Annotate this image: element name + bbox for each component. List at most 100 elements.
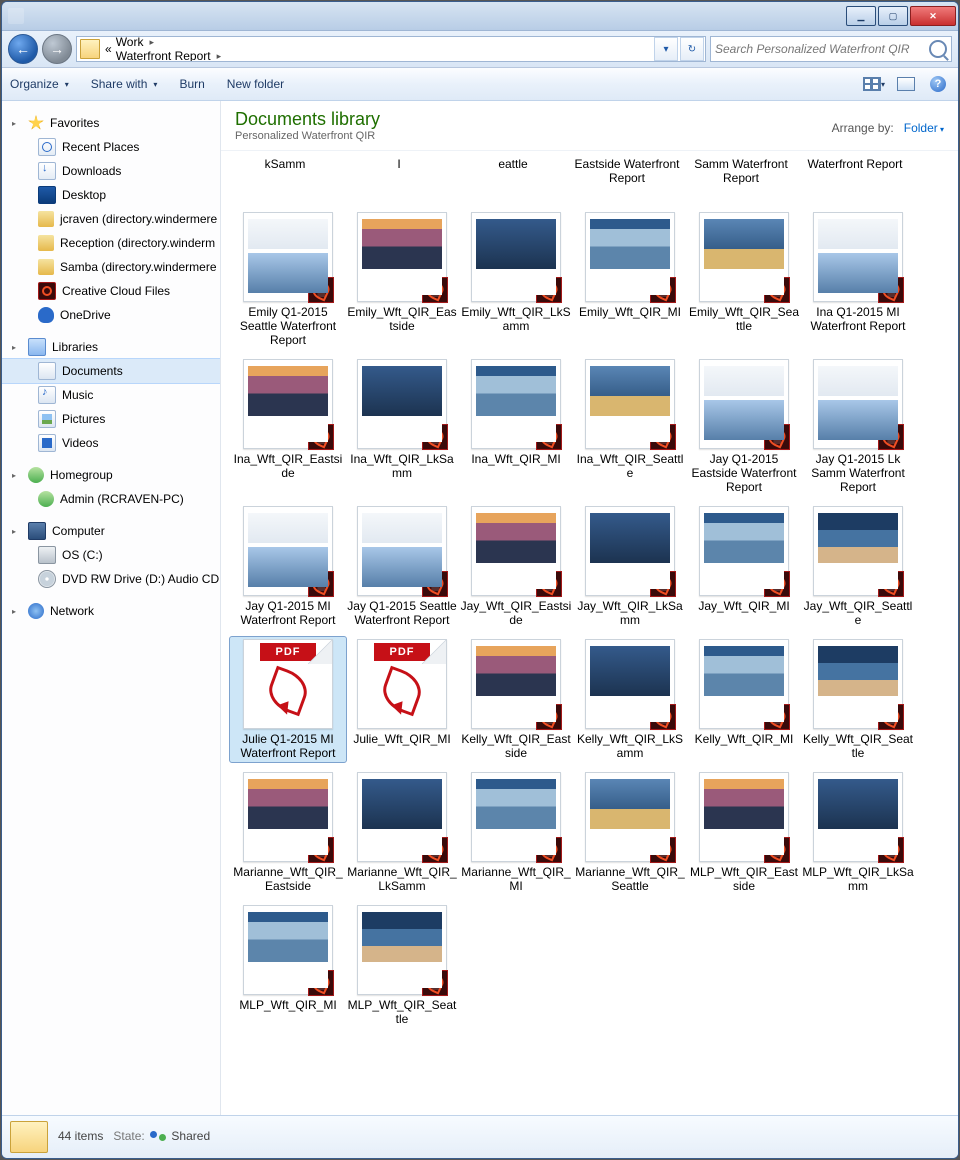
pdf-badge-icon — [650, 837, 676, 863]
new-folder-button[interactable]: New folder — [227, 77, 284, 91]
nav-item[interactable]: Creative Cloud Files — [2, 279, 220, 303]
nav-libraries[interactable]: ▸Libraries — [2, 335, 220, 359]
arrange-by-value[interactable]: Folder — [904, 121, 944, 135]
file-item[interactable]: Emily_Wft_QIR_LkSamm — [457, 209, 575, 350]
navigation-pane[interactable]: ▸FavoritesRecent PlacesDownloadsDesktopj… — [2, 101, 221, 1115]
column-header[interactable]: Waterfront Report — [799, 155, 911, 203]
column-header[interactable]: Eastside Waterfront Report — [571, 155, 683, 203]
file-item[interactable]: PDFJulie_Wft_QIR_MI — [343, 636, 461, 763]
file-item[interactable]: Kelly_Wft_QIR_LkSamm — [571, 636, 689, 763]
pdf-badge-icon — [764, 704, 790, 730]
nav-computer[interactable]: ▸Computer — [2, 519, 220, 543]
breadcrumb-segment[interactable]: Work — [114, 36, 146, 49]
people-icon — [38, 491, 54, 507]
file-item[interactable]: Marianne_Wft_QIR_MI — [457, 769, 575, 896]
nav-item[interactable]: Downloads — [2, 159, 220, 183]
chevron-right-icon[interactable]: ▸ — [213, 51, 226, 62]
views-button[interactable]: ▾ — [860, 72, 888, 96]
column-header[interactable]: kSamm — [229, 155, 341, 203]
column-header[interactable]: Samm Waterfront Report — [685, 155, 797, 203]
organize-menu[interactable]: Organize — [10, 77, 69, 91]
file-item[interactable]: Emily_Wft_QIR_MI — [571, 209, 689, 350]
navigation-row: ← → « My Documents▸Work▸Waterfront Repor… — [2, 31, 958, 68]
file-item[interactable]: MLP_Wft_QIR_MI — [229, 902, 347, 1029]
column-header[interactable]: I — [343, 155, 455, 203]
nav-item[interactable]: Reception (directory.winderm — [2, 231, 220, 255]
share-with-menu[interactable]: Share with — [91, 77, 158, 91]
search-input[interactable]: Search Personalized Waterfront QIR — [710, 36, 952, 62]
forward-button[interactable]: → — [42, 34, 72, 64]
file-item[interactable]: Marianne_Wft_QIR_Eastside — [229, 769, 347, 896]
column-header[interactable]: eattle — [457, 155, 569, 203]
file-item[interactable]: Jay Q1-2015 Eastside Waterfront Report — [685, 356, 803, 497]
file-thumbnail — [585, 506, 675, 596]
file-scroll[interactable]: kSammIeattleEastside Waterfront ReportSa… — [221, 151, 958, 1115]
nav-homegroup[interactable]: ▸Homegroup — [2, 463, 220, 487]
disc-icon — [38, 570, 56, 588]
file-item[interactable]: PDFJulie Q1-2015 MI Waterfront Report — [229, 636, 347, 763]
preview-pane-button[interactable] — [892, 72, 920, 96]
file-item[interactable]: Ina_Wft_QIR_Eastside — [229, 356, 347, 497]
nav-item[interactable]: jcraven (directory.windermere — [2, 207, 220, 231]
file-item[interactable]: Marianne_Wft_QIR_Seattle — [571, 769, 689, 896]
nav-item[interactable]: Music — [2, 383, 220, 407]
titlebar[interactable]: ▁ ▢ ✕ — [2, 2, 958, 31]
burn-button[interactable]: Burn — [179, 77, 204, 91]
file-item[interactable]: Jay_Wft_QIR_LkSamm — [571, 503, 689, 630]
nav-item[interactable]: DVD RW Drive (D:) Audio CD — [2, 567, 220, 591]
file-item[interactable]: Jay Q1-2015 MI Waterfront Report — [229, 503, 347, 630]
file-item[interactable]: Jay_Wft_QIR_Seattle — [799, 503, 917, 630]
nav-item[interactable]: Videos — [2, 431, 220, 455]
file-item[interactable]: Jay_Wft_QIR_MI — [685, 503, 803, 630]
status-bar: 44 items State: Shared — [2, 1115, 958, 1158]
file-item[interactable]: Kelly_Wft_QIR_Eastside — [457, 636, 575, 763]
library-subtitle: Personalized Waterfront QIR — [235, 130, 380, 142]
file-item[interactable]: MLP_Wft_QIR_Eastside — [685, 769, 803, 896]
nav-libraries-icon — [28, 338, 46, 356]
breadcrumb-leading[interactable]: « — [103, 42, 114, 56]
nav-item[interactable]: Desktop — [2, 183, 220, 207]
close-button[interactable]: ✕ — [910, 6, 956, 26]
file-name: Jay Q1-2015 Seattle Waterfront Report — [346, 599, 458, 627]
file-thumbnail — [357, 212, 447, 302]
help-button[interactable]: ? — [924, 72, 952, 96]
chevron-right-icon[interactable]: ▸ — [145, 37, 158, 48]
nav-item[interactable]: Recent Places — [2, 135, 220, 159]
nav-favorites[interactable]: ▸Favorites — [2, 111, 220, 135]
address-dropdown-button[interactable]: ▾ — [654, 37, 678, 61]
maximize-button[interactable]: ▢ — [878, 6, 908, 26]
file-item[interactable]: Emily_Wft_QIR_Seattle — [685, 209, 803, 350]
file-item[interactable]: Jay_Wft_QIR_Eastside — [457, 503, 575, 630]
nav-item[interactable]: Samba (directory.windermere — [2, 255, 220, 279]
file-item[interactable]: Kelly_Wft_QIR_MI — [685, 636, 803, 763]
minimize-button[interactable]: ▁ — [846, 6, 876, 26]
nav-network[interactable]: ▸Network — [2, 599, 220, 623]
expand-icon: ▸ — [12, 119, 22, 128]
file-name: Julie Q1-2015 MI Waterfront Report — [232, 732, 344, 760]
file-item[interactable]: Kelly_Wft_QIR_Seattle — [799, 636, 917, 763]
file-thumbnail — [357, 506, 447, 596]
back-button[interactable]: ← — [8, 34, 38, 64]
file-item[interactable]: Marianne_Wft_QIR_LkSamm — [343, 769, 461, 896]
address-bar[interactable]: « My Documents▸Work▸Waterfront Report▸Pe… — [76, 36, 706, 62]
file-item[interactable]: Ina Q1-2015 MI Waterfront Report — [799, 209, 917, 350]
nav-item[interactable]: OS (C:) — [2, 543, 220, 567]
nav-item[interactable]: Pictures — [2, 407, 220, 431]
file-item[interactable]: MLP_Wft_QIR_LkSamm — [799, 769, 917, 896]
nav-homegroup-icon — [28, 467, 44, 483]
file-item[interactable]: Ina_Wft_QIR_MI — [457, 356, 575, 497]
refresh-button[interactable]: ↻ — [680, 37, 704, 61]
file-item[interactable]: Ina_Wft_QIR_LkSamm — [343, 356, 461, 497]
nav-item[interactable]: OneDrive — [2, 303, 220, 327]
breadcrumb-segment[interactable]: Waterfront Report — [114, 49, 213, 62]
file-thumbnail — [813, 359, 903, 449]
file-item[interactable]: Ina_Wft_QIR_Seattle — [571, 356, 689, 497]
file-item[interactable]: MLP_Wft_QIR_Seattle — [343, 902, 461, 1029]
nav-item[interactable]: Documents — [2, 358, 220, 384]
file-item[interactable]: Jay Q1-2015 Seattle Waterfront Report — [343, 503, 461, 630]
file-item[interactable]: Emily_Wft_QIR_Eastside — [343, 209, 461, 350]
file-name: Julie_Wft_QIR_MI — [353, 732, 450, 746]
file-item[interactable]: Jay Q1-2015 Lk Samm Waterfront Report — [799, 356, 917, 497]
nav-item[interactable]: Admin (RCRAVEN-PC) — [2, 487, 220, 511]
file-item[interactable]: Emily Q1-2015 Seattle Waterfront Report — [229, 209, 347, 350]
